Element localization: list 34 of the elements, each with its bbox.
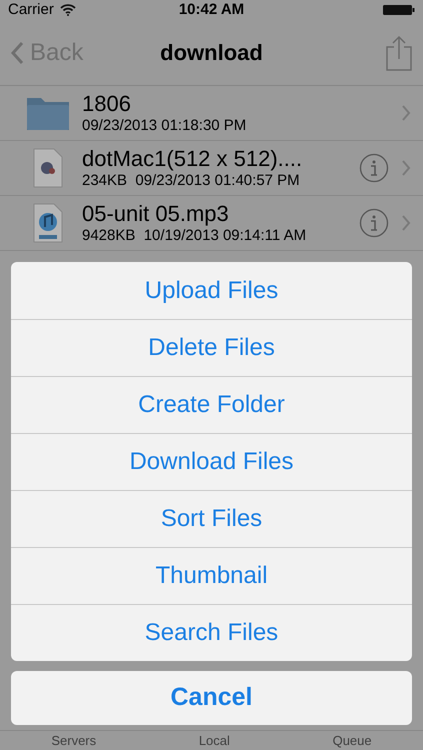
file-name: dotMac1(512 x 512).... [82, 146, 304, 172]
file-row[interactable]: 1806 09/23/2013 01:18:30 PM [0, 86, 423, 141]
file-details: 9428KB 10/19/2013 09:14:11 AM [82, 227, 308, 245]
file-name: 05-unit 05.mp3 [82, 201, 230, 227]
action-item[interactable]: Download Files [11, 433, 412, 490]
share-icon[interactable] [385, 34, 413, 70]
back-chevron-icon [10, 40, 24, 64]
action-item[interactable]: Search Files [11, 604, 412, 661]
action-item[interactable]: Upload Files [11, 262, 412, 319]
action-item[interactable]: Create Folder [11, 376, 412, 433]
info-icon[interactable] [359, 208, 389, 238]
nav-title: download [160, 39, 263, 67]
file-name: 1806 [82, 91, 132, 117]
action-item[interactable]: Delete Files [11, 319, 412, 376]
action-item[interactable]: Sort Files [11, 490, 412, 547]
audio-file-icon [33, 203, 63, 243]
file-details: 09/23/2013 01:18:30 PM [82, 117, 248, 135]
action-item[interactable]: Thumbnail [11, 547, 412, 604]
wifi-icon [60, 4, 76, 16]
file-row[interactable]: 05-unit 05.mp3 9428KB 10/19/2013 09:14:11 AM [0, 196, 423, 251]
tab-label[interactable]: Queue [332, 730, 372, 750]
chevron-icon [401, 105, 411, 121]
chevron-icon [401, 215, 411, 231]
info-icon[interactable] [359, 153, 389, 183]
image-file-icon [33, 148, 63, 188]
cancel-button[interactable]: Cancel [11, 671, 412, 725]
tab-label[interactable]: Local [198, 730, 230, 750]
status-time: 10:42 AM [178, 0, 244, 20]
file-row[interactable]: dotMac1(512 x 512).... 234KB 09/23/2013 01:40:57 PM [0, 141, 423, 196]
tab-label[interactable]: Servers [51, 730, 96, 750]
carrier-name: Carrier [8, 0, 54, 20]
file-details: 234KB 09/23/2013 01:40:57 PM [82, 172, 301, 190]
battery-icon [383, 5, 415, 15]
chevron-icon [401, 160, 411, 176]
